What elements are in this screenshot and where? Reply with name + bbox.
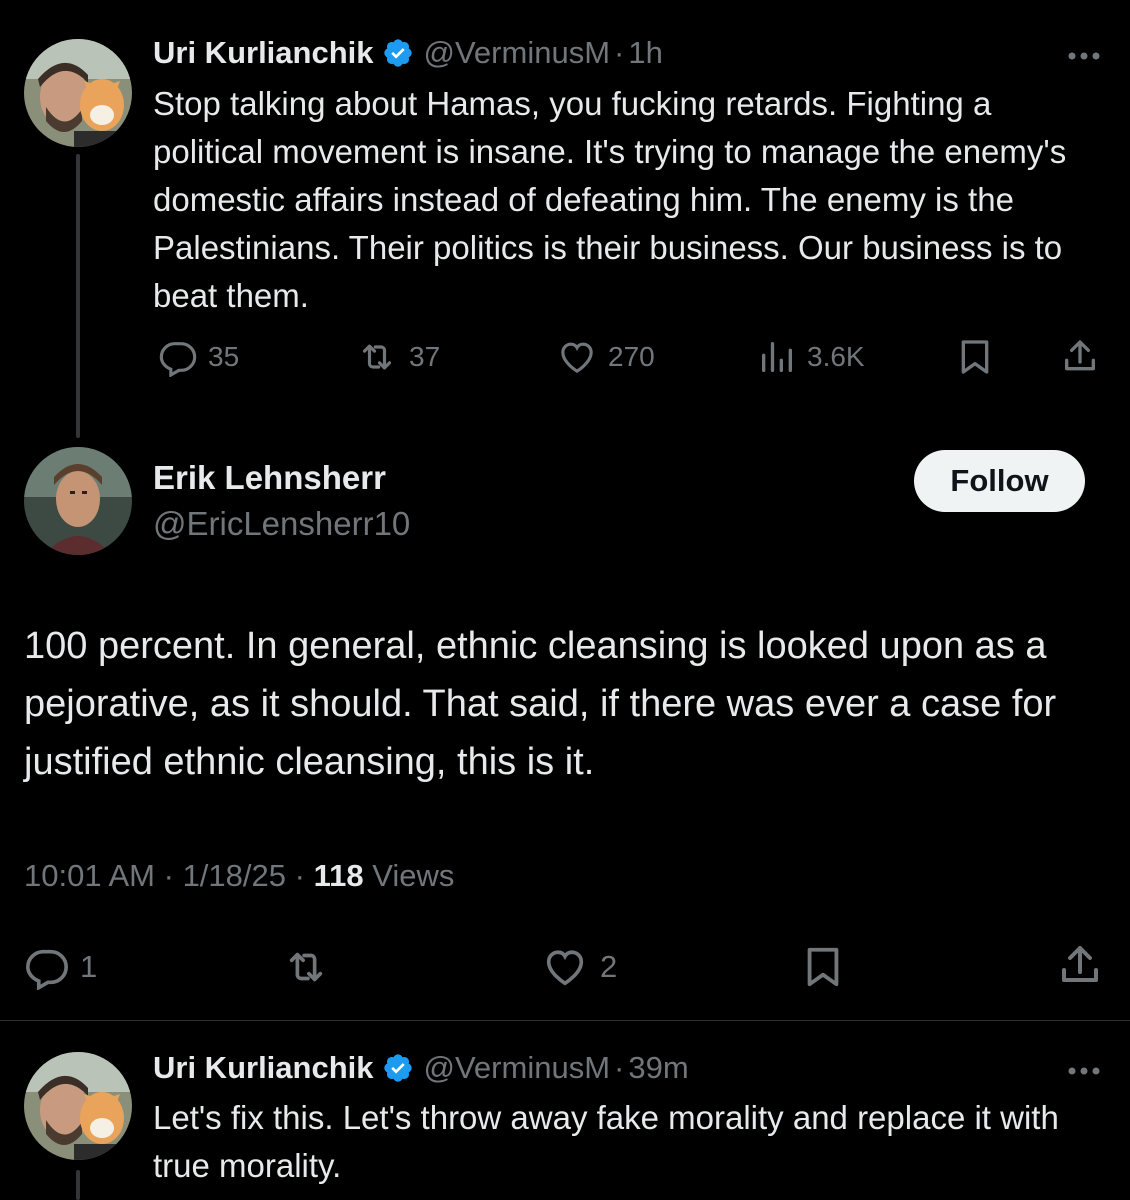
tweet-text: Let's fix this. Let's throw away fake mo… (153, 1099, 1059, 1184)
bookmark-button[interactable] (800, 942, 846, 992)
display-name[interactable]: Uri Kurlianchik (153, 1048, 374, 1088)
views-count: 118 (313, 858, 364, 893)
timestamp[interactable]: 1h (628, 33, 662, 73)
separator: · (294, 858, 305, 893)
tweet-header: Uri Kurlianchik @VerminusM · 1h (153, 33, 663, 73)
verified-badge-icon (382, 1052, 414, 1084)
share-icon (1065, 340, 1095, 371)
bookmark-button[interactable] (955, 337, 995, 377)
views-button[interactable]: 3.6K (757, 337, 865, 377)
handle[interactable]: @EricLensherr10 (153, 505, 410, 543)
more-icon[interactable] (1064, 1061, 1104, 1081)
repost-icon (289, 952, 323, 982)
tweet-time[interactable]: 10:01 AM (24, 858, 155, 893)
thread-line (76, 154, 80, 438)
display-name[interactable]: Erik Lehnsherr (153, 459, 386, 497)
reply-count: 1 (80, 949, 98, 984)
repost-button[interactable]: 37 (355, 337, 440, 377)
verified-badge-icon (382, 37, 414, 69)
tweet-header: Uri Kurlianchik @VerminusM · 39m (153, 1048, 689, 1088)
repost-icon (362, 344, 392, 370)
reply-button[interactable]: 1 (24, 944, 97, 990)
tweet-text: Stop talking about Hamas, you fucking re… (153, 85, 1067, 314)
thread-line (76, 1170, 80, 1200)
avatar-erik-lehnsherr[interactable] (24, 447, 132, 555)
tweet-date[interactable]: 1/18/25 (183, 858, 286, 893)
follow-button[interactable]: Follow (914, 450, 1085, 512)
like-icon (546, 950, 584, 986)
bookmark-icon (807, 947, 839, 987)
like-button[interactable]: 270 (556, 337, 655, 377)
more-icon[interactable] (1064, 46, 1104, 66)
like-count: 2 (600, 949, 618, 984)
share-button[interactable] (1056, 942, 1104, 990)
like-count: 270 (608, 341, 655, 372)
repost-button[interactable] (280, 944, 332, 990)
tweet-meta: 10:01 AM · 1/18/25 · 118 Views (24, 858, 454, 894)
separator: · (163, 858, 174, 893)
bookmark-icon (961, 340, 989, 374)
tweet-text: 100 percent. In general, ethnic cleansin… (24, 625, 1057, 783)
views-count: 3.6K (807, 341, 865, 372)
reply-button[interactable]: 35 (158, 337, 239, 377)
reply-count: 35 (208, 341, 240, 372)
timestamp[interactable]: 39m (628, 1048, 688, 1088)
views-label: Views (372, 858, 455, 893)
separator: · (614, 1050, 625, 1085)
handle[interactable]: @VerminusM (424, 1048, 611, 1088)
share-icon (1062, 946, 1098, 982)
handle[interactable]: @VerminusM (424, 33, 611, 73)
reply-icon (26, 949, 68, 990)
divider (0, 1020, 1130, 1021)
like-icon (561, 342, 593, 374)
like-button[interactable]: 2 (540, 944, 617, 990)
views-icon (762, 342, 792, 372)
avatar-uri-kurlianchik[interactable] (24, 39, 132, 147)
avatar-uri-kurlianchik[interactable] (24, 1052, 132, 1160)
repost-count: 37 (409, 341, 441, 372)
separator: · (614, 35, 625, 70)
share-button[interactable] (1060, 337, 1100, 377)
display-name[interactable]: Uri Kurlianchik (153, 33, 374, 73)
reply-icon (159, 342, 197, 377)
